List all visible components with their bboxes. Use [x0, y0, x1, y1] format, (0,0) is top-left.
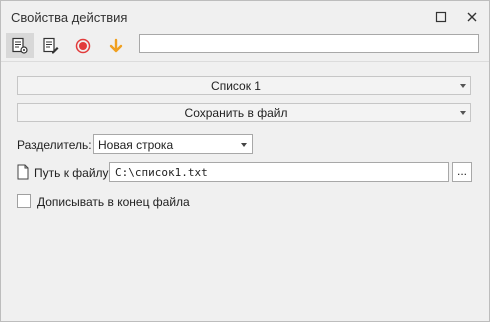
file-path-input[interactable]: C:\список1.txt	[109, 162, 449, 182]
browse-button[interactable]: ...	[452, 162, 472, 182]
file-path-label: Путь к файлу	[34, 166, 109, 180]
edit-document-icon[interactable]	[37, 33, 65, 58]
list-combo-label: Список 1	[211, 79, 261, 93]
file-icon	[17, 164, 29, 180]
window-title: Свойства действия	[11, 10, 128, 25]
append-checkbox[interactable]	[17, 194, 31, 208]
action-combo[interactable]: Сохранить в файл	[17, 103, 471, 122]
action-properties-window: Свойства действия Список 1 Сохранить в ф…	[0, 0, 490, 322]
chevron-down-icon	[241, 143, 247, 147]
list-combo[interactable]: Список 1	[17, 76, 471, 95]
append-label: Дописывать в конец файла	[37, 195, 190, 209]
toolbar-search-input[interactable]	[139, 34, 479, 53]
separator-label: Разделитель:	[17, 138, 92, 152]
close-icon[interactable]	[462, 7, 482, 27]
toolbar-divider	[1, 61, 489, 62]
chevron-down-icon	[460, 111, 466, 115]
chevron-down-icon	[460, 84, 466, 88]
separator-value: Новая строка	[98, 138, 174, 152]
separator-select[interactable]: Новая строка	[93, 134, 253, 154]
record-icon[interactable]	[69, 33, 97, 58]
toolbar	[1, 32, 489, 60]
action-combo-label: Сохранить в файл	[184, 106, 288, 120]
maximize-icon[interactable]	[431, 7, 451, 27]
file-path-value: C:\список1.txt	[115, 166, 208, 179]
arrow-down-icon[interactable]	[102, 33, 130, 58]
settings-document-icon[interactable]	[6, 33, 34, 58]
titlebar: Свойства действия	[1, 1, 489, 32]
